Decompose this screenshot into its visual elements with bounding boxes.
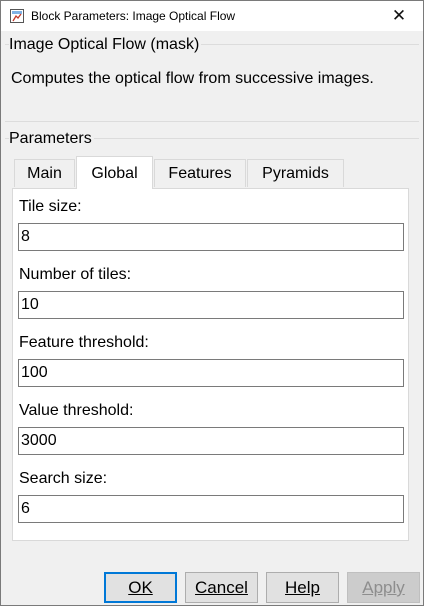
- tab-main[interactable]: Main: [14, 159, 75, 187]
- cancel-button-label: Cancel: [195, 578, 248, 597]
- search-size-label: Search size:: [19, 470, 108, 487]
- apply-button: Apply: [347, 572, 420, 603]
- tab-pyramids[interactable]: Pyramids: [247, 159, 344, 187]
- help-button-label: Help: [285, 578, 320, 597]
- apply-button-label: Apply: [362, 578, 405, 597]
- tile-size-input[interactable]: [18, 223, 404, 251]
- value-threshold-label: Value threshold:: [19, 402, 134, 419]
- feature-threshold-label: Feature threshold:: [19, 334, 149, 351]
- value-threshold-input[interactable]: [18, 427, 404, 455]
- window-title: Block Parameters: Image Optical Flow: [31, 9, 236, 23]
- parameters-heading: Parameters: [9, 130, 94, 148]
- cancel-button[interactable]: Cancel: [185, 572, 258, 603]
- mask-divider: [5, 121, 419, 122]
- close-icon[interactable]: ✕: [377, 2, 421, 30]
- feature-threshold-input[interactable]: [18, 359, 404, 387]
- help-button[interactable]: Help: [266, 572, 339, 603]
- mask-heading: Image Optical Flow (mask): [9, 36, 202, 54]
- ok-button-label: OK: [128, 578, 153, 597]
- number-of-tiles-input[interactable]: [18, 291, 404, 319]
- tile-size-label: Tile size:: [19, 198, 82, 215]
- tab-global[interactable]: Global: [76, 156, 153, 189]
- simulink-block-icon: [9, 8, 25, 24]
- search-size-input[interactable]: [18, 495, 404, 523]
- mask-description: Computes the optical flow from successiv…: [11, 70, 374, 87]
- tab-features[interactable]: Features: [154, 159, 246, 187]
- number-of-tiles-label: Number of tiles:: [19, 266, 132, 283]
- ok-button[interactable]: OK: [104, 572, 177, 603]
- title-bar[interactable]: Block Parameters: Image Optical Flow ✕: [1, 1, 423, 31]
